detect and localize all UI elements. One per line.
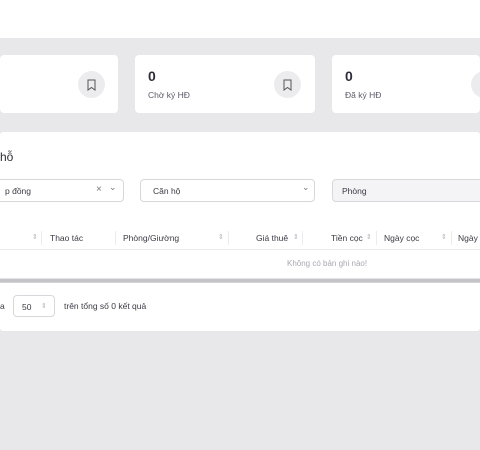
top-bar [0, 0, 480, 38]
column-divider [41, 231, 42, 245]
header-actions: Thao tác [50, 233, 84, 243]
sort-icon[interactable]: ⇕ [293, 226, 299, 250]
apartment-select-value: Căn hộ [153, 186, 181, 196]
header-rent-price[interactable]: Giá thuê [256, 226, 288, 250]
chevron-down-icon[interactable]: ⌄ [109, 182, 117, 193]
empty-table-row: Không có bản ghi nào! [0, 251, 480, 277]
pagination-prefix: a [0, 301, 5, 311]
room-select[interactable]: Phòng [332, 179, 480, 202]
header-deposit-date[interactable]: Ngày cọc [384, 226, 419, 250]
sort-icon[interactable]: ⇕ [218, 226, 224, 250]
header-deposit[interactable]: Tiền cọc [331, 226, 363, 250]
clear-icon[interactable]: × [96, 184, 102, 195]
pagination: a 50 ⇕ trên tổng số 0 kết quả [0, 295, 480, 319]
chevron-down-icon[interactable]: ⌄ [302, 182, 310, 193]
stat-label: Đã ký HĐ [345, 90, 382, 100]
stat-card-pending-sign: 0 Chờ ký HĐ [135, 55, 315, 113]
scrollbar-thumb[interactable] [0, 279, 480, 282]
apartment-select[interactable]: Căn hộ ⌄ [140, 179, 315, 202]
column-divider [451, 231, 452, 245]
stat-card-signed: 0 Đã ký HĐ [332, 55, 480, 113]
column-divider [115, 231, 116, 245]
contract-select-value: p đồng [5, 186, 31, 196]
column-divider [228, 231, 229, 245]
empty-message: Không có bản ghi nào! [287, 259, 368, 268]
page-size-value: 50 [22, 302, 32, 312]
room-select-placeholder: Phòng [342, 186, 367, 196]
bookmark-icon[interactable] [471, 71, 480, 98]
column-divider [302, 231, 303, 245]
panel-title: hỗ [0, 150, 14, 164]
stat-card-partial [0, 55, 118, 113]
contracts-panel: hỗ p đồng × ⌄ Căn hộ ⌄ Phòng ⇕ Thao tác … [0, 132, 480, 331]
header-date[interactable]: Ngày [458, 226, 478, 250]
horizontal-scrollbar[interactable] [0, 278, 480, 283]
sort-icon[interactable]: ⇕ [441, 226, 447, 250]
pagination-total: trên tổng số 0 kết quả [64, 301, 147, 311]
sort-icon[interactable]: ⇕ [366, 226, 372, 250]
column-divider [376, 231, 377, 245]
stat-value: 0 [148, 68, 156, 84]
sort-icon: ⇕ [41, 303, 47, 310]
page-size-select[interactable]: 50 ⇕ [13, 295, 55, 317]
bookmark-icon[interactable] [274, 71, 301, 98]
header-room-bed[interactable]: Phòng/Giường [123, 226, 179, 250]
bookmark-icon[interactable] [78, 71, 105, 98]
table-header: ⇕ Thao tác Phòng/Giường ⇕ Giá thuê ⇕ Tiề… [0, 226, 480, 250]
stat-value: 0 [345, 68, 353, 84]
contract-select[interactable]: p đồng × ⌄ [0, 179, 124, 202]
stat-label: Chờ ký HĐ [148, 90, 190, 100]
sort-icon[interactable]: ⇕ [32, 226, 38, 250]
